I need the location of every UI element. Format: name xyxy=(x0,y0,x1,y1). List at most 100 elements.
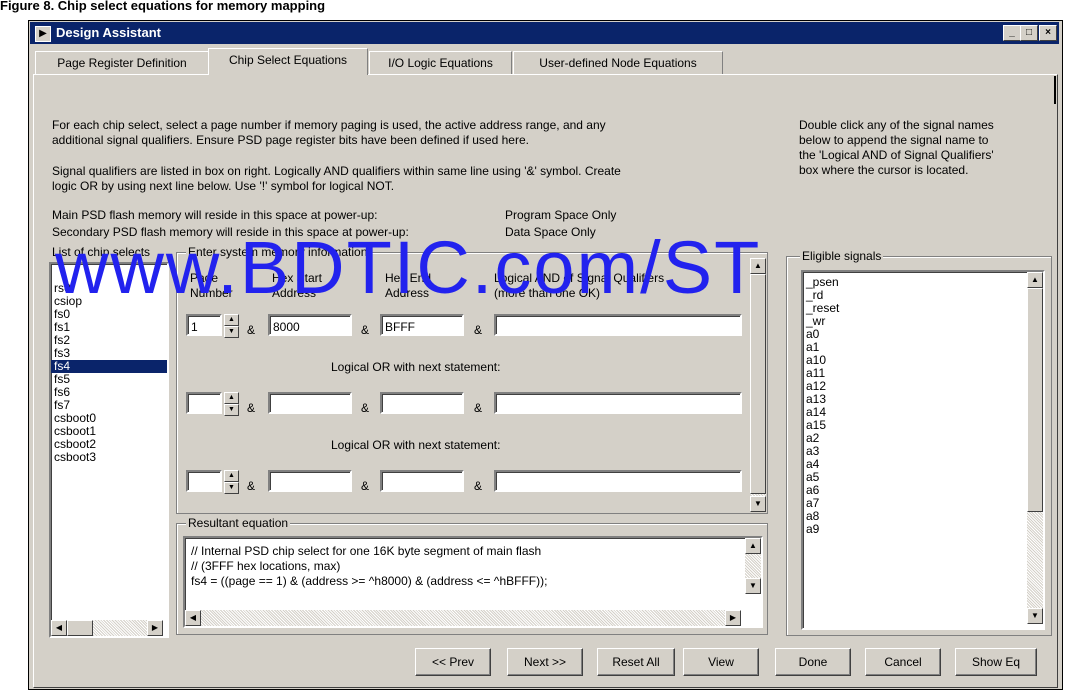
qualifier-field[interactable] xyxy=(494,470,742,492)
maximize-button[interactable]: □ xyxy=(1020,25,1038,41)
scroll-thumb[interactable] xyxy=(1027,288,1043,512)
instruction-text: For each chip select, select a page numb… xyxy=(52,118,606,132)
scroll-down-icon[interactable]: ▼ xyxy=(750,496,766,512)
spin-up-icon[interactable]: ▲ xyxy=(224,392,239,404)
spin-down-icon[interactable]: ▼ xyxy=(224,404,239,416)
scroll-left-icon[interactable]: ◀ xyxy=(185,610,201,626)
equation-line: // Internal PSD chip select for one 16K … xyxy=(191,544,542,558)
signal-item[interactable]: a3 xyxy=(803,445,1043,458)
title-bar[interactable] xyxy=(30,22,1059,44)
signal-item[interactable]: a7 xyxy=(803,497,1043,510)
or-statement-label: Logical OR with next statement: xyxy=(331,360,501,374)
signal-item[interactable]: _wr xyxy=(803,315,1043,328)
signal-help-text: Double click any of the signal names xyxy=(799,118,994,132)
tab-user-defined-node-equations[interactable]: User-defined Node Equations xyxy=(513,51,723,74)
signal-item[interactable]: a0 xyxy=(803,328,1043,341)
chip-select-list[interactable]: rs0 csiop fs0 fs1 fs2 fs3 fs4 fs5 fs6 fs… xyxy=(49,262,169,638)
scroll-up-icon[interactable]: ▲ xyxy=(1027,272,1043,288)
scroll-thumb[interactable] xyxy=(67,620,93,636)
signal-item[interactable]: a15 xyxy=(803,419,1043,432)
signal-item[interactable]: a9 xyxy=(803,523,1043,536)
signal-item[interactable]: a4 xyxy=(803,458,1043,471)
page-number-spinner[interactable]: ▲ ▼ xyxy=(224,392,239,416)
signal-item[interactable]: _rd xyxy=(803,289,1043,302)
main-flash-value: Program Space Only xyxy=(505,208,617,222)
next-button[interactable]: Next >> xyxy=(507,648,583,676)
page-number-spinner[interactable]: ▲ ▼ xyxy=(224,470,239,494)
scroll-right-icon[interactable]: ▶ xyxy=(147,620,163,636)
done-button[interactable]: Done xyxy=(775,648,851,676)
page-number-spinner[interactable]: ▲ ▼ xyxy=(224,314,239,338)
spin-up-icon[interactable]: ▲ xyxy=(224,470,239,482)
spin-down-icon[interactable]: ▼ xyxy=(224,326,239,338)
signal-item[interactable]: a12 xyxy=(803,380,1043,393)
hex-start-field[interactable] xyxy=(268,392,352,414)
chip-list-hscrollbar[interactable]: ◀ ▶ xyxy=(51,620,163,636)
qualifier-field[interactable] xyxy=(494,314,742,336)
tab-io-logic-equations[interactable]: I/O Logic Equations xyxy=(369,51,512,74)
resultant-equation-label: Resultant equation xyxy=(186,516,291,530)
and-symbol: & xyxy=(247,401,256,415)
equation-vscrollbar[interactable]: ▲ ▼ xyxy=(745,538,761,594)
signal-item[interactable]: a11 xyxy=(803,367,1043,380)
and-symbol: & xyxy=(474,323,483,337)
signal-item[interactable]: _reset xyxy=(803,302,1043,315)
scroll-down-icon[interactable]: ▼ xyxy=(745,578,761,594)
tab-page-register-definition[interactable]: Page Register Definition xyxy=(35,51,209,74)
page-number-field[interactable]: 1 xyxy=(186,314,222,336)
equation-hscrollbar[interactable]: ◀ ▶ xyxy=(185,610,741,626)
scroll-right-icon[interactable]: ▶ xyxy=(725,610,741,626)
scroll-up-icon[interactable]: ▲ xyxy=(745,538,761,554)
hex-end-field[interactable] xyxy=(380,392,464,414)
or-statement-label: Logical OR with next statement: xyxy=(331,438,501,452)
eligible-signals-list[interactable]: _psen _rd _reset _wr a0 a1 a10 a11 a12 a… xyxy=(801,270,1045,630)
close-button[interactable]: × xyxy=(1039,25,1057,41)
signal-item[interactable]: a8 xyxy=(803,510,1043,523)
and-symbol: & xyxy=(474,401,483,415)
reset-all-button[interactable]: Reset All xyxy=(597,648,675,676)
cancel-button[interactable]: Cancel xyxy=(865,648,941,676)
show-eq-button[interactable]: Show Eq xyxy=(955,648,1037,676)
prev-button[interactable]: << Prev xyxy=(415,648,491,676)
page-number-field[interactable] xyxy=(186,470,222,492)
signal-help-text: below to append the signal name to xyxy=(799,133,989,147)
scroll-down-icon[interactable]: ▼ xyxy=(1027,608,1043,624)
signals-vscrollbar[interactable]: ▲ ▼ xyxy=(1027,272,1043,624)
minimize-button[interactable]: _ xyxy=(1003,25,1021,41)
tab-chip-select-equations[interactable]: Chip Select Equations xyxy=(208,48,368,75)
instruction-text: Signal qualifiers are listed in box on r… xyxy=(52,164,621,178)
view-button[interactable]: View xyxy=(683,648,759,676)
eligible-signals-label: Eligible signals xyxy=(800,249,884,263)
signal-item[interactable]: a10 xyxy=(803,354,1043,367)
resultant-equation-box[interactable]: // Internal PSD chip select for one 16K … xyxy=(183,536,763,628)
hex-start-field[interactable] xyxy=(268,470,352,492)
and-symbol: & xyxy=(247,323,256,337)
equation-line: // (3FFF hex locations, max) xyxy=(191,559,341,573)
panel-edge-marker xyxy=(1054,76,1056,104)
page-number-field[interactable] xyxy=(186,392,222,414)
qualifier-field[interactable] xyxy=(494,392,742,414)
signal-item[interactable]: a1 xyxy=(803,341,1043,354)
signal-item[interactable]: a14 xyxy=(803,406,1043,419)
and-symbol: & xyxy=(361,479,370,493)
hex-end-field[interactable] xyxy=(380,470,464,492)
hex-end-field[interactable]: BFFF xyxy=(380,314,464,336)
and-symbol: & xyxy=(361,401,370,415)
instruction-text: additional signal qualifiers. Ensure PSD… xyxy=(52,133,529,147)
signal-help-text: box where the cursor is located. xyxy=(799,163,969,177)
hex-start-field[interactable]: 8000 xyxy=(268,314,352,336)
main-flash-label: Main PSD flash memory will reside in thi… xyxy=(52,208,378,222)
signal-item[interactable]: a2 xyxy=(803,432,1043,445)
signal-item[interactable]: _psen xyxy=(803,276,1043,289)
equation-line: fs4 = ((page == 1) & (address >= ^h8000)… xyxy=(191,574,548,588)
and-symbol: & xyxy=(474,479,483,493)
window-title: Design Assistant xyxy=(56,25,161,40)
signal-item[interactable]: a13 xyxy=(803,393,1043,406)
instruction-text: logic OR by using next line below. Use '… xyxy=(52,179,395,193)
list-item[interactable]: csboot3 xyxy=(51,451,167,464)
spin-down-icon[interactable]: ▼ xyxy=(224,482,239,494)
spin-up-icon[interactable]: ▲ xyxy=(224,314,239,326)
signal-item[interactable]: a6 xyxy=(803,484,1043,497)
signal-item[interactable]: a5 xyxy=(803,471,1043,484)
scroll-left-icon[interactable]: ◀ xyxy=(51,620,67,636)
